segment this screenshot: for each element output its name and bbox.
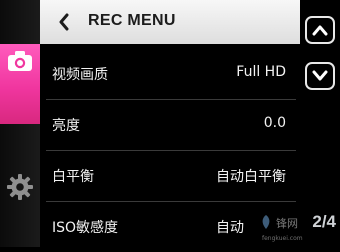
menu-item-value: 0.0 [263, 115, 286, 131]
scroll-strip [300, 0, 340, 247]
menu-item-label: 白平衡 [52, 169, 94, 185]
camera-rec-menu-screen: REC MENU 视频画质 Full HD 亮度 0.0 白平衡 自动白平衡 I… [0, 0, 340, 247]
menu-item-brightness[interactable]: 亮度 0.0 [40, 100, 300, 150]
page-indicator: 2/4 [312, 212, 336, 231]
scroll-up-button[interactable] [305, 16, 335, 44]
menu-header: REC MENU [40, 0, 300, 44]
menu-title: REC MENU [88, 12, 176, 29]
watermark-url: fengkuei.com [262, 235, 303, 242]
menu-item-label: 亮度 [52, 118, 80, 134]
chevron-up-icon [312, 25, 328, 36]
watermark-logo-icon [262, 215, 270, 229]
menu-item-value: 自动白平衡 [216, 169, 286, 185]
mode-tab-strip [0, 0, 40, 247]
menu-item-value: Full HD [236, 64, 286, 80]
menu-item-label: 视频画质 [52, 67, 108, 83]
watermark-text: 锋网 [276, 217, 298, 230]
camera-icon [8, 51, 32, 71]
gear-icon[interactable] [6, 173, 34, 201]
menu-item-white-balance[interactable]: 白平衡 自动白平衡 [40, 151, 300, 201]
back-chevron-icon[interactable] [58, 13, 70, 31]
menu-item-label: ISO敏感度 [52, 220, 119, 236]
menu-item-value: 自动 [216, 220, 244, 236]
menu-item-video-quality[interactable]: 视频画质 Full HD [40, 49, 300, 99]
chevron-down-icon [312, 70, 328, 81]
scroll-down-button[interactable] [305, 62, 335, 90]
